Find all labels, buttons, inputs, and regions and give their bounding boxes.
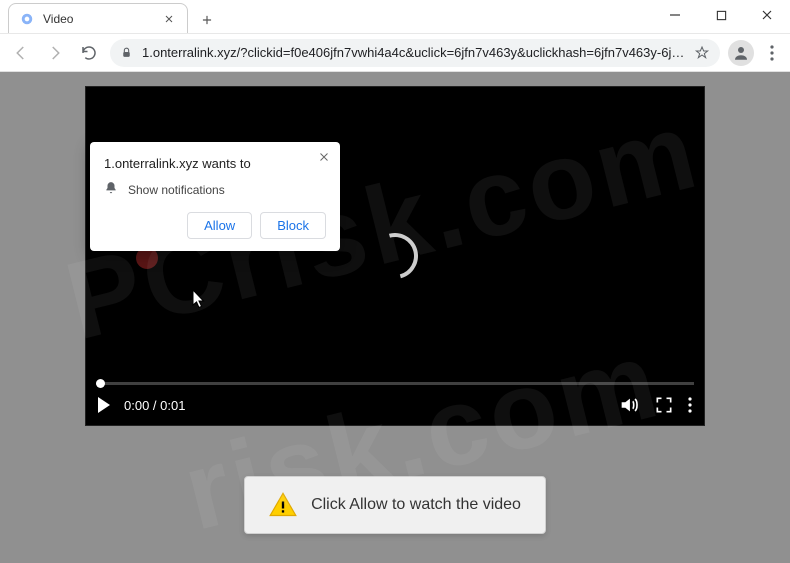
titlebar: Video — [0, 0, 790, 34]
popup-permission-label: Show notifications — [128, 183, 225, 197]
play-button[interactable] — [98, 397, 110, 413]
tab-favicon — [19, 11, 35, 27]
new-tab-button[interactable] — [194, 7, 220, 33]
browser-tab[interactable]: Video — [8, 3, 188, 33]
maximize-button[interactable] — [698, 0, 744, 30]
popup-title: 1.onterralink.xyz wants to — [104, 156, 326, 171]
time-display: 0:00 / 0:01 — [124, 398, 185, 413]
minimize-button[interactable] — [652, 0, 698, 30]
omnibox[interactable]: 1.onterralink.xyz/?clickid=f0e406jfn7vwh… — [110, 39, 720, 67]
address-bar: 1.onterralink.xyz/?clickid=f0e406jfn7vwh… — [0, 34, 790, 72]
tab-title: Video — [43, 12, 155, 26]
page-content: PCrisk.com risk.com 0:00 / 0:01 Click Al… — [0, 72, 790, 563]
tab-close-icon[interactable] — [163, 12, 177, 26]
popup-close-icon[interactable] — [318, 150, 332, 164]
allow-button[interactable]: Allow — [187, 212, 252, 239]
bell-icon — [104, 181, 118, 198]
loading-spinner-icon — [364, 225, 427, 288]
player-more-icon[interactable] — [688, 397, 692, 413]
video-player[interactable]: 0:00 / 0:01 — [85, 86, 705, 426]
url-text: 1.onterralink.xyz/?clickid=f0e406jfn7vwh… — [142, 45, 686, 60]
warning-icon — [269, 491, 297, 519]
allow-prompt-box: Click Allow to watch the video — [244, 476, 546, 534]
volume-icon[interactable] — [618, 394, 640, 416]
prompt-text: Click Allow to watch the video — [311, 496, 521, 514]
popup-permission-row: Show notifications — [104, 181, 326, 198]
lock-icon — [120, 46, 134, 60]
forward-button[interactable] — [42, 40, 68, 66]
notification-permission-popup: 1.onterralink.xyz wants to Show notifica… — [90, 142, 340, 251]
player-controls: 0:00 / 0:01 — [86, 385, 704, 425]
profile-avatar[interactable] — [728, 40, 754, 66]
browser-menu-icon[interactable] — [762, 45, 782, 61]
reload-button[interactable] — [76, 40, 102, 66]
close-window-button[interactable] — [744, 0, 790, 30]
bookmark-star-icon[interactable] — [694, 45, 710, 61]
back-button[interactable] — [8, 40, 34, 66]
fullscreen-icon[interactable] — [654, 395, 674, 415]
window-controls — [652, 0, 790, 34]
block-button[interactable]: Block — [260, 212, 326, 239]
